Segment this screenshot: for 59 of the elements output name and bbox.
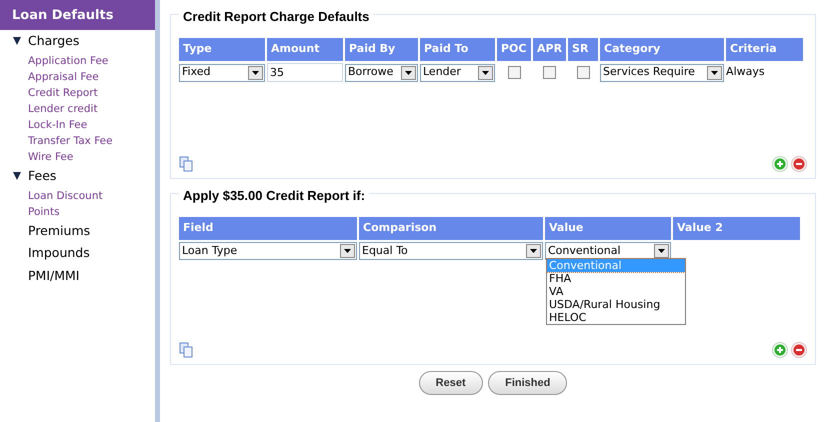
caret-icon[interactable] xyxy=(478,66,493,80)
sidebar-group[interactable]: Fees xyxy=(28,166,56,186)
copy-icon[interactable] xyxy=(179,342,193,358)
sidebar-link[interactable]: Lender credit xyxy=(0,100,155,117)
sidebar-item[interactable]: Premiums xyxy=(0,220,155,242)
criteria-text: Always xyxy=(726,65,765,78)
column-header: APR xyxy=(533,38,566,61)
sidebar-link[interactable]: Credit Report xyxy=(0,84,155,101)
sidebar-link[interactable]: Loan Discount Points xyxy=(0,188,155,220)
remove-icon[interactable] xyxy=(791,342,807,358)
dropdown[interactable]: Loan Type xyxy=(179,242,357,260)
amount-field[interactable]: 35 xyxy=(267,63,343,82)
column-header: Comparison xyxy=(359,217,543,240)
column-header: Paid To xyxy=(420,38,495,61)
sidebar-title: Loan Defaults xyxy=(0,0,155,30)
add-icon[interactable] xyxy=(772,156,788,172)
column-header: POC xyxy=(497,38,531,61)
column-header: Field xyxy=(179,217,357,240)
column-header: Category xyxy=(600,38,724,61)
sidebar-group[interactable]: Charges xyxy=(28,32,80,51)
dropdown-option[interactable]: USDA/Rural Housing xyxy=(547,298,685,311)
dropdown[interactable]: Lender xyxy=(420,64,495,82)
checkbox[interactable] xyxy=(576,66,590,79)
checkbox[interactable] xyxy=(543,66,556,79)
collapse-icon[interactable] xyxy=(13,171,22,182)
caret-icon[interactable] xyxy=(340,244,355,258)
column-header: SR xyxy=(568,38,598,61)
caret-icon[interactable] xyxy=(707,66,722,80)
copy-icon[interactable] xyxy=(179,156,193,172)
sidebar-link[interactable]: Wire Fee xyxy=(0,148,155,165)
column-header: Paid By xyxy=(345,38,418,61)
dropdown-option[interactable]: HELOC xyxy=(547,311,685,324)
column-header: Value 2 xyxy=(673,217,800,240)
remove-icon[interactable] xyxy=(791,156,807,172)
caret-icon[interactable] xyxy=(654,244,669,258)
column-header: Type xyxy=(179,38,265,61)
column-header: Value xyxy=(545,217,671,240)
column-header: Criteria xyxy=(726,38,804,61)
dropdown[interactable]: Services Require xyxy=(600,64,724,82)
dropdown[interactable]: Fixed xyxy=(179,64,265,82)
caret-icon[interactable] xyxy=(526,244,541,258)
finished-button[interactable]: Finished xyxy=(488,370,568,395)
sidebar-item[interactable]: PMI/MMI xyxy=(0,265,155,288)
reset-button[interactable]: Reset xyxy=(418,370,483,395)
dropdown-option[interactable]: FHA xyxy=(547,272,685,285)
caret-icon[interactable] xyxy=(401,66,416,80)
dropdown[interactable]: Equal To xyxy=(359,242,543,260)
column-header: Amount xyxy=(267,38,343,61)
add-icon[interactable] xyxy=(772,342,788,358)
sidebar-link[interactable]: Application Fee xyxy=(0,52,155,69)
dropdown-option[interactable]: VA xyxy=(547,285,685,298)
dropdown[interactable]: Borrowe xyxy=(345,64,418,82)
checkbox[interactable] xyxy=(508,66,520,79)
sidebar-item[interactable]: Impounds xyxy=(0,242,155,265)
sidebar-link[interactable]: Appraisal Fee xyxy=(0,68,155,85)
collapse-icon[interactable] xyxy=(13,36,22,46)
sidebar-link[interactable]: Lock-In Fee xyxy=(0,116,155,133)
caret-icon[interactable] xyxy=(248,66,263,80)
sidebar-link[interactable]: Transfer Tax Fee xyxy=(0,132,155,149)
